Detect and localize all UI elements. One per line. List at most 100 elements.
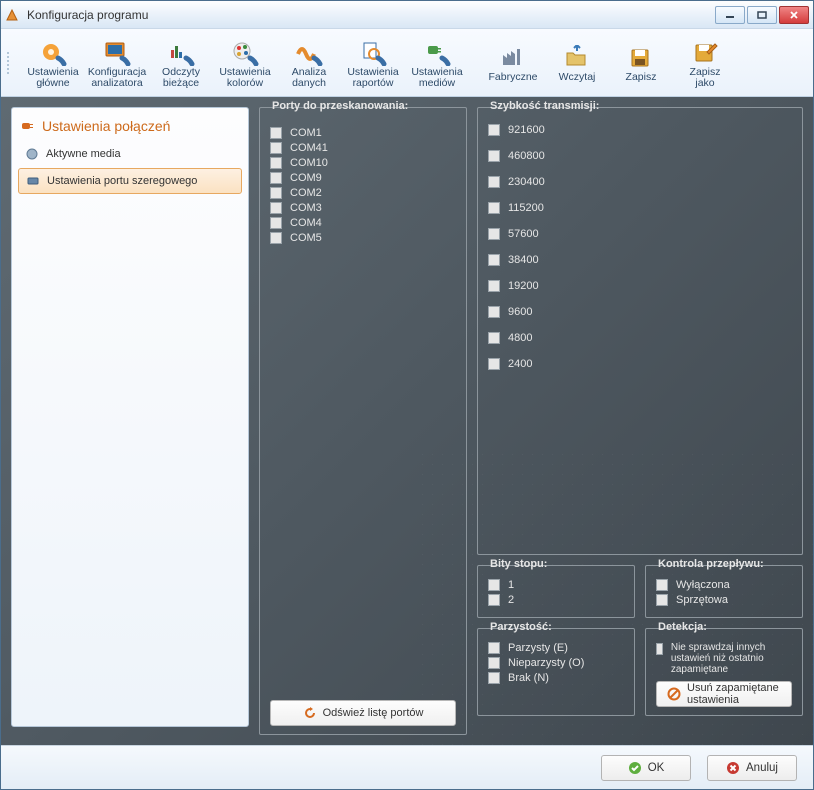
toolbar-save-as[interactable]: Zapisz jako bbox=[675, 34, 735, 92]
port-option[interactable]: COM41 bbox=[270, 142, 456, 154]
checkbox[interactable] bbox=[656, 594, 668, 606]
checkbox[interactable] bbox=[488, 657, 500, 669]
ports-scan-legend: Porty do przeskanowania: bbox=[268, 100, 412, 112]
stopbit-label: 2 bbox=[508, 594, 514, 606]
parity-option[interactable]: Brak (N) bbox=[488, 672, 624, 684]
checkbox[interactable] bbox=[488, 358, 500, 370]
speed-label: 19200 bbox=[508, 280, 539, 292]
toolbar-report-settings[interactable]: Ustawienia raportów bbox=[343, 34, 403, 92]
checkbox[interactable] bbox=[488, 642, 500, 654]
checkbox[interactable] bbox=[488, 124, 500, 136]
port-option[interactable]: COM3 bbox=[270, 202, 456, 214]
checkbox[interactable] bbox=[488, 176, 500, 188]
checkbox[interactable] bbox=[488, 579, 500, 591]
checkbox[interactable] bbox=[656, 579, 668, 591]
toolbar-main-settings[interactable]: Ustawienia główne bbox=[23, 34, 83, 92]
toolbar-media-settings[interactable]: Ustawienia mediów bbox=[407, 34, 467, 92]
forbid-icon bbox=[667, 687, 681, 701]
speed-option[interactable]: 57600 bbox=[488, 228, 792, 240]
toolbar-analyzer-config[interactable]: Konfiguracja analizatora bbox=[87, 34, 147, 92]
checkbox[interactable] bbox=[270, 232, 282, 244]
open-icon bbox=[561, 44, 593, 72]
checkbox[interactable] bbox=[488, 672, 500, 684]
flow-option[interactable]: Wyłączona bbox=[656, 579, 792, 591]
speed-option[interactable]: 460800 bbox=[488, 150, 792, 162]
sidebar-item-label: Aktywne media bbox=[46, 148, 121, 160]
port-label: COM5 bbox=[290, 232, 322, 244]
speed-option[interactable]: 2400 bbox=[488, 358, 792, 370]
stopbit-option[interactable]: 2 bbox=[488, 594, 624, 606]
toolbar-color-settings[interactable]: Ustawienia kolorów bbox=[215, 34, 275, 92]
speed-option[interactable]: 115200 bbox=[488, 202, 792, 214]
parity-option[interactable]: Nieparzysty (O) bbox=[488, 657, 624, 669]
checkbox[interactable] bbox=[488, 280, 500, 292]
speed-label: 9600 bbox=[508, 306, 532, 318]
port-option[interactable]: COM2 bbox=[270, 187, 456, 199]
detect-only-remembered[interactable]: Nie sprawdzaj innych ustawień niż ostatn… bbox=[656, 642, 792, 675]
toolbar-factory[interactable]: Fabryczne bbox=[483, 34, 543, 92]
parity-group: Parzystość: Parzysty (E) Nieparzysty (O)… bbox=[477, 628, 635, 716]
flow-option[interactable]: Sprzętowa bbox=[656, 594, 792, 606]
port-option[interactable]: COM4 bbox=[270, 217, 456, 229]
port-label: COM10 bbox=[290, 157, 328, 169]
checkbox[interactable] bbox=[488, 594, 500, 606]
maximize-button[interactable] bbox=[747, 6, 777, 24]
flow-label: Sprzętowa bbox=[676, 594, 728, 606]
checkbox[interactable] bbox=[270, 157, 282, 169]
toolbar-label: Odczyty bieżące bbox=[162, 67, 200, 89]
ports-list: COM1 COM41 COM10 COM9 COM2 COM3 COM4 COM… bbox=[270, 118, 456, 247]
stopbit-option[interactable]: 1 bbox=[488, 579, 624, 591]
parity-option[interactable]: Parzysty (E) bbox=[488, 642, 624, 654]
sidebar-item-serial-port[interactable]: Ustawienia portu szeregowego bbox=[18, 168, 242, 194]
speed-option[interactable]: 921600 bbox=[488, 124, 792, 136]
checkbox[interactable] bbox=[488, 254, 500, 266]
toolbar-label: Zapisz bbox=[626, 72, 657, 83]
checkbox[interactable] bbox=[488, 228, 500, 240]
cancel-button[interactable]: Anuluj bbox=[707, 755, 797, 781]
toolbar-save[interactable]: Zapisz bbox=[611, 34, 671, 92]
toolbar-label: Ustawienia mediów bbox=[411, 67, 462, 89]
clear-label: Usuń zapamiętane ustawienia bbox=[687, 682, 781, 706]
clear-remembered-button[interactable]: Usuń zapamiętane ustawienia bbox=[656, 681, 792, 707]
sidebar-item-active-media[interactable]: Aktywne media bbox=[18, 142, 242, 166]
checkbox[interactable] bbox=[656, 643, 663, 655]
checkbox[interactable] bbox=[270, 142, 282, 154]
minimize-button[interactable] bbox=[715, 6, 745, 24]
port-option[interactable]: COM1 bbox=[270, 127, 456, 139]
speed-option[interactable]: 9600 bbox=[488, 306, 792, 318]
checkbox[interactable] bbox=[488, 306, 500, 318]
save-as-icon bbox=[689, 39, 721, 67]
checkbox[interactable] bbox=[270, 172, 282, 184]
speed-option[interactable]: 230400 bbox=[488, 176, 792, 188]
port-option[interactable]: COM10 bbox=[270, 157, 456, 169]
speed-option[interactable]: 19200 bbox=[488, 280, 792, 292]
toolbar-label: Ustawienia kolorów bbox=[219, 67, 270, 89]
row-parity-detect: Parzystość: Parzysty (E) Nieparzysty (O)… bbox=[477, 628, 803, 716]
toolbar-data-analysis[interactable]: Analiza danych bbox=[279, 34, 339, 92]
port-option[interactable]: COM9 bbox=[270, 172, 456, 184]
flow-legend: Kontrola przepływu: bbox=[654, 558, 768, 570]
checkbox[interactable] bbox=[270, 127, 282, 139]
media-icon bbox=[24, 146, 40, 162]
refresh-ports-button[interactable]: Odśwież listę portów bbox=[270, 700, 456, 726]
detect-check-label: Nie sprawdzaj innych ustawień niż ostatn… bbox=[671, 642, 792, 675]
checkbox[interactable] bbox=[488, 332, 500, 344]
checkbox[interactable] bbox=[270, 202, 282, 214]
ok-button[interactable]: OK bbox=[601, 755, 691, 781]
speed-label: 460800 bbox=[508, 150, 545, 162]
checkbox[interactable] bbox=[488, 150, 500, 162]
speed-label: 921600 bbox=[508, 124, 545, 136]
close-button[interactable] bbox=[779, 6, 809, 24]
monitor-gear-icon bbox=[101, 39, 133, 67]
speed-option[interactable]: 38400 bbox=[488, 254, 792, 266]
speed-label: 115200 bbox=[508, 202, 544, 214]
speed-option[interactable]: 4800 bbox=[488, 332, 792, 344]
toolbar-grip[interactable] bbox=[7, 38, 15, 88]
toolbar-current-readings[interactable]: Odczyty bieżące bbox=[151, 34, 211, 92]
checkbox[interactable] bbox=[270, 217, 282, 229]
port-option[interactable]: COM5 bbox=[270, 232, 456, 244]
checkbox[interactable] bbox=[488, 202, 500, 214]
stopbits-legend: Bity stopu: bbox=[486, 558, 551, 570]
checkbox[interactable] bbox=[270, 187, 282, 199]
toolbar-load[interactable]: Wczytaj bbox=[547, 34, 607, 92]
